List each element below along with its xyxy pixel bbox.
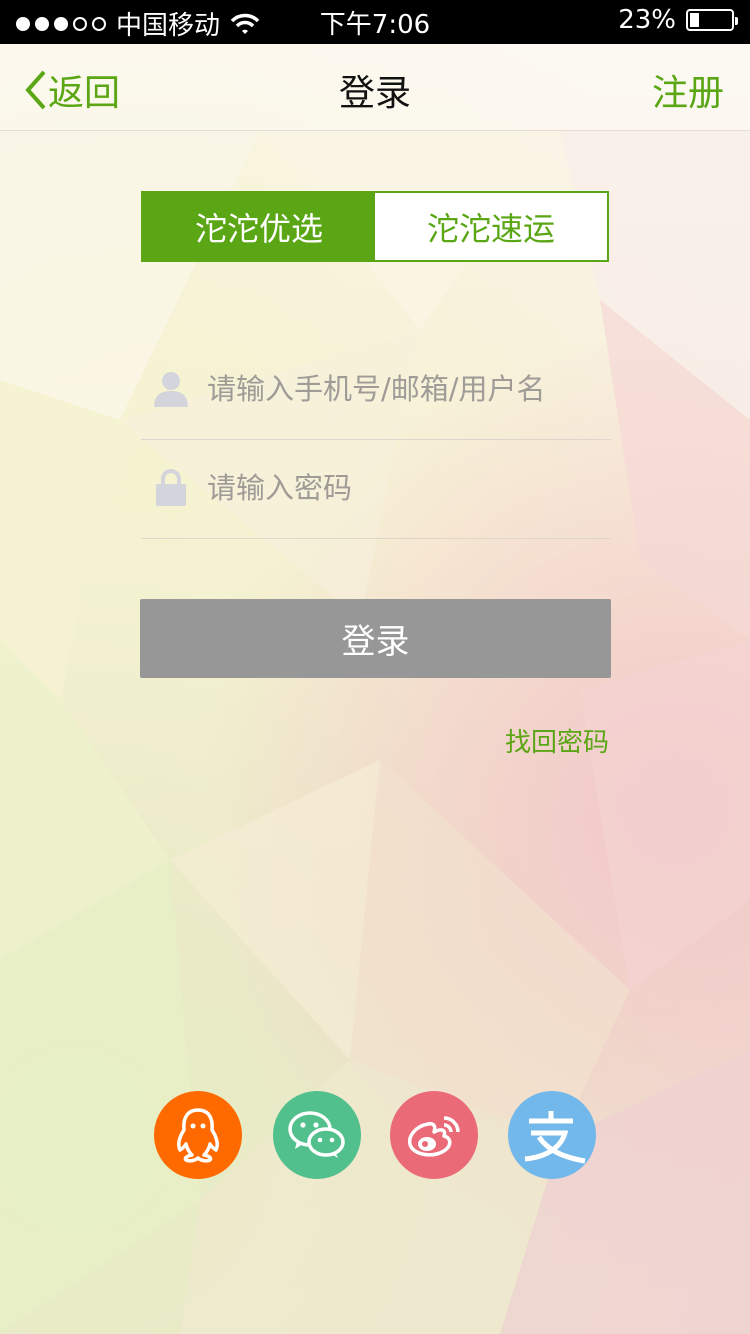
username-field — [141, 339, 611, 440]
username-input[interactable] — [205, 371, 589, 407]
tab-tuotuo-suyun[interactable]: 沱沱速运 — [375, 193, 607, 260]
status-bar: 中国移动 下午7:06 23% — [0, 0, 750, 44]
register-button[interactable]: 注册 — [652, 64, 724, 116]
password-input[interactable] — [205, 470, 589, 506]
service-tabs: 沱沱优选 沱沱速运 — [141, 191, 609, 262]
wechat-login-button[interactable] — [273, 1091, 361, 1179]
user-icon — [151, 369, 191, 409]
battery-percent: 23% — [618, 5, 676, 35]
lock-icon — [151, 468, 191, 508]
qq-login-button[interactable] — [154, 1091, 242, 1179]
alipay-icon — [524, 1111, 586, 1164]
page-title: 登录 — [338, 73, 411, 114]
weibo-icon — [407, 1116, 460, 1157]
qq-icon — [177, 1108, 219, 1163]
battery-icon — [686, 9, 738, 31]
tab-tuotuo-youxuan[interactable]: 沱沱优选 — [143, 193, 375, 260]
wechat-icon — [288, 1111, 345, 1158]
login-screen: 中国移动 下午7:06 23% 返回 登录 注册 沱沱优选 沱沱速运 请输入手机… — [0, 0, 750, 1334]
weibo-login-button[interactable] — [390, 1091, 478, 1179]
forgot-password-link[interactable]: 找回密码 — [505, 722, 609, 759]
nav-bar: 返回 登录 注册 — [0, 44, 750, 131]
login-button[interactable]: 登录 — [140, 599, 611, 678]
alipay-login-button[interactable] — [508, 1091, 596, 1179]
password-field — [141, 438, 611, 539]
status-right: 23% — [618, 5, 738, 35]
